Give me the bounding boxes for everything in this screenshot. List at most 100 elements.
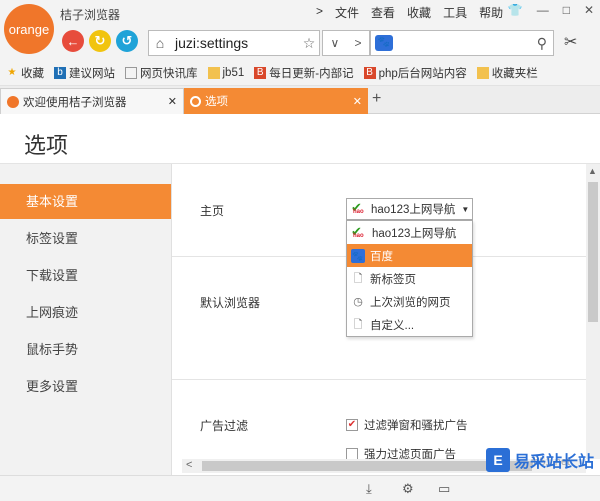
option-label: 百度 <box>370 250 393 263</box>
homepage-option-baidu[interactable]: 🐾 百度 <box>347 244 472 267</box>
homepage-option-hao123[interactable]: ✔ hao hao123上网导航 <box>347 221 472 244</box>
search-box[interactable]: 🐾 ⚲ <box>370 30 554 56</box>
menu-favorites[interactable]: 收藏 <box>407 4 431 21</box>
bookmark-label: 建议网站 <box>69 67 115 80</box>
sidebar-item-more[interactable]: 更多设置 <box>0 369 171 404</box>
back-button[interactable]: ← <box>62 30 84 52</box>
bookmark-suggested[interactable]: b 建议网站 <box>54 65 115 81</box>
forward-button[interactable]: ↻ <box>89 30 111 52</box>
checkbox-unchecked[interactable] <box>346 448 358 459</box>
checkbox-checked[interactable]: ✔ <box>346 419 358 431</box>
restore-button[interactable]: ↺ <box>116 30 138 52</box>
sidebar-item-gestures[interactable]: 鼠标手势 <box>0 332 171 367</box>
adblock-popup-option[interactable]: ✔ 过滤弹窗和骚扰广告 <box>346 417 468 433</box>
b-icon: B <box>254 66 267 79</box>
watermark: E 易采站长站 <box>485 448 594 472</box>
page-icon: 🗋 <box>353 318 363 331</box>
menu-view[interactable]: 查看 <box>371 4 395 21</box>
download-icon[interactable]: ⤓ <box>366 481 372 497</box>
sidebar-item-tabs[interactable]: 标签设置 <box>0 221 171 256</box>
folder-icon <box>476 66 489 79</box>
close-tab-icon[interactable]: ✕ <box>353 95 362 108</box>
homepage-option-lastpage[interactable]: ◷ 上次浏览的网页 <box>347 290 472 313</box>
homepage-dropdown-list: ✔ hao hao123上网导航 🐾 百度 🗋 新标签页 ◷ 上次浏览的网页 🗋 … <box>346 220 473 337</box>
arrow-left-icon: ← <box>66 33 80 49</box>
hao123-icon: ✔ hao <box>351 223 364 239</box>
browser-logo[interactable]: orange <box>4 4 54 54</box>
default-browser-label: 默认浏览器 <box>200 296 261 310</box>
scissors-icon[interactable]: ✂ <box>564 32 577 52</box>
scroll-thumb[interactable] <box>202 461 532 471</box>
new-tab-button[interactable]: + <box>372 90 381 108</box>
close-tab-icon[interactable]: ✕ <box>168 95 177 108</box>
tab-label: 欢迎使用桔子浏览器 <box>23 96 127 109</box>
bing-icon: b <box>54 66 66 79</box>
tab-strip: 欢迎使用桔子浏览器 ✕ 选项 ✕ + <box>0 86 600 114</box>
sidebar-item-basic[interactable]: 基本设置 <box>0 184 171 219</box>
checkbox-label: 强力过滤页面广告 <box>364 449 456 459</box>
scroll-thumb[interactable] <box>588 182 598 322</box>
sidebar-item-download[interactable]: 下载设置 <box>0 258 171 293</box>
home-icon[interactable]: ⌂ <box>149 35 171 51</box>
lightning-icon: ↻ <box>94 33 106 48</box>
homepage-option-newtab[interactable]: 🗋 新标签页 <box>347 267 472 290</box>
scroll-left-icon[interactable]: < <box>186 459 192 471</box>
menu-file[interactable]: 文件 <box>335 4 359 21</box>
bookmark-daily[interactable]: B 每日更新-内部记 <box>254 65 354 81</box>
homepage-selected-value: hao123上网导航 <box>371 204 456 216</box>
bookmark-label: 收藏夹栏 <box>491 67 538 80</box>
address-dropdown-group: ∨ > <box>322 30 370 56</box>
menu-expand-arrow[interactable]: > <box>316 4 323 21</box>
address-bar[interactable]: ⌂ juzi:settings ☆ <box>148 30 320 56</box>
option-label: 上次浏览的网页 <box>370 296 451 309</box>
section-divider <box>172 379 586 380</box>
chevron-right-icon[interactable]: > <box>354 36 361 50</box>
bookmark-php[interactable]: Bphp后台网站内容 <box>363 65 467 81</box>
menu-help[interactable]: 帮助 <box>479 4 503 21</box>
settings-sidebar: 基本设置 标签设置 下载设置 上网痕迹 鼠标手势 更多设置 <box>0 164 172 501</box>
baidu-icon[interactable]: 🐾 <box>375 35 393 51</box>
status-bar: ⤓ ⚙ ▭ <box>0 475 600 501</box>
bookmarks-bar: ★ 收藏 b 建议网站 网页快讯库 jb51 B 每日更新-内部记 Bphp后台网站内… <box>0 60 600 86</box>
skin-icon[interactable]: 👕 <box>508 3 523 17</box>
bookmark-label: php后台网站内容 <box>378 67 467 80</box>
option-label: hao123上网导航 <box>372 227 457 240</box>
close-icon[interactable]: ✕ <box>584 3 594 17</box>
b-icon: B <box>363 66 376 79</box>
bookmark-label: 收藏 <box>21 67 44 80</box>
homepage-select[interactable]: ✔ hao hao123上网导航 ▼ <box>346 198 473 220</box>
bookmark-favbar[interactable]: 收藏夹栏 <box>476 65 538 81</box>
watermark-text: 易采站长站 <box>513 454 594 471</box>
bookmark-webslice[interactable]: 网页快讯库 <box>125 65 198 81</box>
gear-icon[interactable]: ⚙ <box>402 481 414 497</box>
address-input[interactable]: juzi:settings <box>171 35 299 51</box>
option-label: 新标签页 <box>370 273 416 286</box>
homepage-option-custom[interactable]: 🗋 自定义... <box>347 313 472 336</box>
tab-label: 选项 <box>205 96 228 108</box>
checkbox-label: 过滤弹窗和骚扰广告 <box>364 420 468 432</box>
title-bar: orange 桔子浏览器 > 文件 查看 收藏 工具 帮助 👕 — □ ✕ ← … <box>0 0 600 60</box>
scroll-up-icon[interactable]: ▲ <box>588 166 597 176</box>
star-icon[interactable]: ☆ <box>299 35 319 52</box>
orange-icon <box>7 95 19 108</box>
undo-icon: ↺ <box>121 33 133 48</box>
bookmark-label: 网页快讯库 <box>140 67 198 80</box>
vertical-scrollbar[interactable]: ▲ <box>586 164 600 459</box>
maximize-icon[interactable]: □ <box>563 3 570 17</box>
sidebar-item-history[interactable]: 上网痕迹 <box>0 295 171 330</box>
bookmark-favorites[interactable]: ★ 收藏 <box>6 65 44 81</box>
window-icon[interactable]: ▭ <box>438 481 450 497</box>
page-title: 选项 <box>24 133 69 158</box>
settings-content: 主页 ✔ hao hao123上网导航 ▼ ✔ hao hao123上网导航 🐾 百… <box>172 164 586 459</box>
bookmark-jb51[interactable]: jb51 <box>207 66 244 79</box>
star-icon: ★ <box>7 66 17 78</box>
adblock-strong-option[interactable]: 强力过滤页面广告 <box>346 446 456 459</box>
chevron-down-icon[interactable]: ∨ <box>331 36 340 50</box>
minimize-icon[interactable]: — <box>537 3 549 17</box>
search-icon[interactable]: ⚲ <box>537 35 547 52</box>
menu-tools[interactable]: 工具 <box>443 4 467 21</box>
tab-settings[interactable]: 选项 ✕ <box>184 88 368 114</box>
baidu-icon: 🐾 <box>351 248 365 263</box>
homepage-label: 主页 <box>200 204 225 218</box>
tab-welcome[interactable]: 欢迎使用桔子浏览器 ✕ <box>0 88 184 114</box>
